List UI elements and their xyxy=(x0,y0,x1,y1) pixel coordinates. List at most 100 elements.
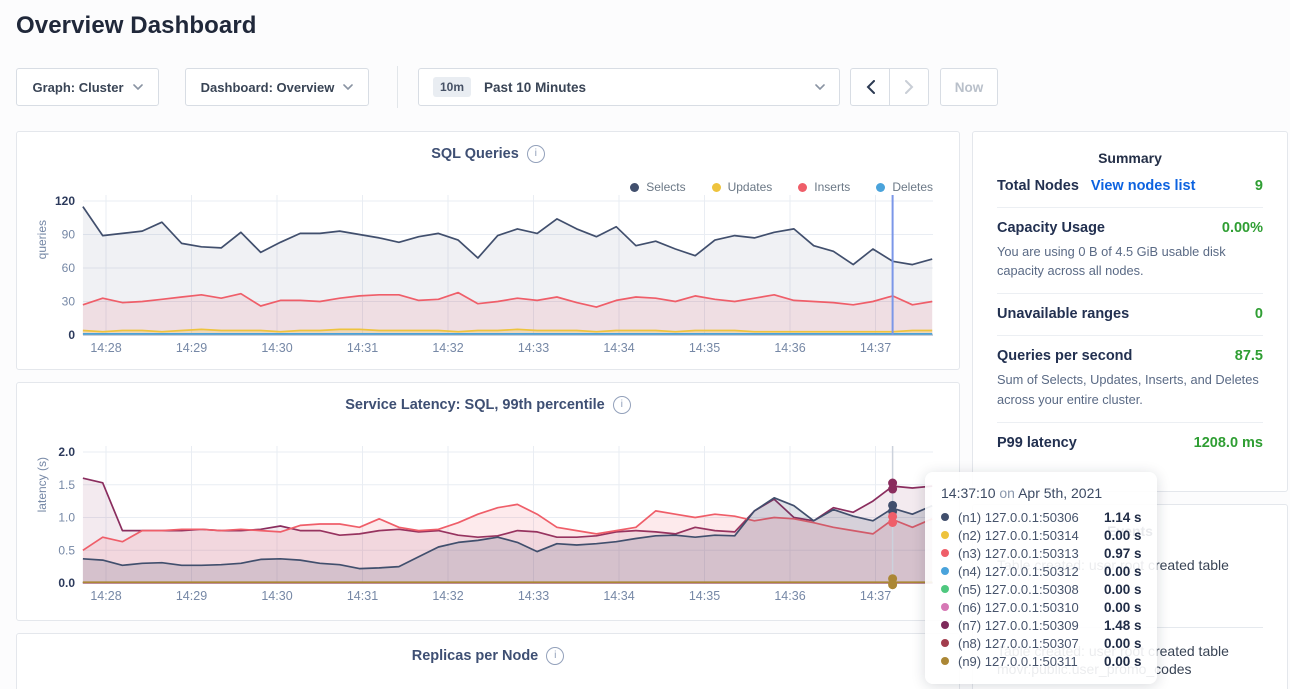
tooltip-row: (n5) 127.0.0.1:503080.00 s xyxy=(941,580,1143,598)
time-range-badge: 10m xyxy=(433,77,471,97)
total-nodes-label: Total Nodes xyxy=(997,178,1079,194)
tooltip-node-label: (n8) 127.0.0.1:50307 xyxy=(958,636,1104,651)
tooltip-row: (n7) 127.0.0.1:503091.48 s xyxy=(941,616,1143,634)
service-latency-chart[interactable]: 14:2814:2914:3014:3114:3214:3314:3414:35… xyxy=(25,444,945,612)
svg-text:60: 60 xyxy=(62,261,76,275)
tooltip-node-label: (n1) 127.0.0.1:50306 xyxy=(958,510,1104,525)
service-latency-panel: Service Latency: SQL, 99th percentile i … xyxy=(16,382,960,621)
tooltip-node-value: 0.00 s xyxy=(1104,564,1142,579)
info-icon[interactable]: i xyxy=(527,145,545,163)
tooltip-node-label: (n4) 127.0.0.1:50312 xyxy=(958,564,1104,579)
series-color-dot xyxy=(941,531,949,539)
legend-item-deletes[interactable]: Deletes xyxy=(876,180,933,194)
summary-row-capacity: Capacity Usage 0.00% You are using 0 B o… xyxy=(997,207,1263,293)
svg-text:14:36: 14:36 xyxy=(774,589,805,603)
legend-dot xyxy=(876,183,885,192)
capacity-usage-value: 0.00% xyxy=(1222,220,1263,236)
svg-text:14:32: 14:32 xyxy=(432,589,463,603)
tooltip-node-label: (n5) 127.0.0.1:50308 xyxy=(958,582,1104,597)
summary-row-p99: P99 latency 1208.0 ms xyxy=(997,422,1263,464)
sql-queries-panel: SQL Queries i Selects Updates Inserts De… xyxy=(16,131,960,370)
tooltip-node-value: 0.00 s xyxy=(1104,582,1142,597)
svg-text:14:29: 14:29 xyxy=(176,589,207,603)
svg-text:90: 90 xyxy=(62,228,76,242)
tooltip-node-value: 0.00 s xyxy=(1104,636,1142,651)
replicas-chart-title: Replicas per Node xyxy=(412,648,539,664)
replicas-per-node-panel: Replicas per Node i xyxy=(16,633,960,689)
toolbar-divider xyxy=(397,66,398,108)
svg-text:30: 30 xyxy=(62,295,76,309)
tooltip-row: (n8) 127.0.0.1:503070.00 s xyxy=(941,634,1143,652)
sql-queries-chart[interactable]: 14:2814:2914:3014:3114:3214:3314:3414:35… xyxy=(25,193,945,361)
tooltip-node-value: 0.00 s xyxy=(1104,600,1142,615)
svg-text:14:29: 14:29 xyxy=(176,341,207,355)
tooltip-node-value: 0.00 s xyxy=(1104,528,1142,543)
service-latency-chart-title: Service Latency: SQL, 99th percentile xyxy=(345,397,605,413)
svg-text:14:30: 14:30 xyxy=(261,341,292,355)
now-button-label: Now xyxy=(955,80,984,95)
tooltip-node-label: (n3) 127.0.0.1:50313 xyxy=(958,546,1104,561)
svg-text:14:31: 14:31 xyxy=(347,341,378,355)
tooltip-row: (n9) 127.0.0.1:503110.00 s xyxy=(941,652,1143,670)
summary-row-qps: Queries per second 87.5 Sum of Selects, … xyxy=(997,335,1263,421)
series-color-dot xyxy=(941,585,949,593)
prev-interval-button[interactable] xyxy=(850,68,890,106)
svg-text:14:32: 14:32 xyxy=(432,341,463,355)
tooltip-node-value: 1.48 s xyxy=(1104,618,1142,633)
time-range-label: Past 10 Minutes xyxy=(484,80,586,95)
legend-item-selects[interactable]: Selects xyxy=(630,180,685,194)
tooltip-row: (n2) 127.0.0.1:503140.00 s xyxy=(941,526,1143,544)
view-nodes-list-link[interactable]: View nodes list xyxy=(1091,178,1196,194)
svg-text:14:33: 14:33 xyxy=(518,341,549,355)
tooltip-node-label: (n7) 127.0.0.1:50309 xyxy=(958,618,1104,633)
tooltip-row: (n1) 127.0.0.1:503061.14 s xyxy=(941,508,1143,526)
svg-text:120: 120 xyxy=(55,194,75,208)
series-color-dot xyxy=(941,657,949,665)
unavailable-ranges-label: Unavailable ranges xyxy=(997,306,1129,322)
svg-text:14:31: 14:31 xyxy=(347,589,378,603)
dashboard-dropdown-label: Dashboard: Overview xyxy=(201,80,335,95)
unavailable-ranges-value: 0 xyxy=(1255,306,1263,322)
graph-scope-dropdown[interactable]: Graph: Cluster xyxy=(16,68,159,106)
tooltip-node-label: (n9) 127.0.0.1:50311 xyxy=(958,654,1104,669)
tooltip-row: (n3) 127.0.0.1:503130.97 s xyxy=(941,544,1143,562)
tooltip-node-list: (n1) 127.0.0.1:503061.14 s(n2) 127.0.0.1… xyxy=(941,508,1143,670)
sql-queries-chart-title: SQL Queries xyxy=(431,146,519,162)
tooltip-node-value: 0.00 s xyxy=(1104,654,1142,669)
svg-text:14:33: 14:33 xyxy=(518,589,549,603)
dashboard-dropdown[interactable]: Dashboard: Overview xyxy=(185,68,369,106)
tooltip-node-value: 1.14 s xyxy=(1104,510,1142,525)
svg-text:14:35: 14:35 xyxy=(689,341,720,355)
svg-text:2.0: 2.0 xyxy=(58,445,75,459)
svg-text:14:36: 14:36 xyxy=(774,341,805,355)
legend-dot xyxy=(630,183,639,192)
svg-text:0.5: 0.5 xyxy=(58,543,75,557)
svg-text:14:34: 14:34 xyxy=(603,341,634,355)
total-nodes-value: 9 xyxy=(1255,178,1263,194)
chevron-right-icon xyxy=(905,80,914,94)
svg-text:14:37: 14:37 xyxy=(860,341,891,355)
info-icon[interactable]: i xyxy=(546,647,564,665)
svg-text:1.0: 1.0 xyxy=(58,511,75,525)
chevron-down-icon xyxy=(815,84,825,90)
summary-panel: Summary Total Nodes View nodes list 9 Ca… xyxy=(972,131,1288,492)
sql-queries-legend: Selects Updates Inserts Deletes xyxy=(630,180,933,194)
svg-text:14:35: 14:35 xyxy=(689,589,720,603)
svg-text:0.0: 0.0 xyxy=(58,576,75,590)
qps-description: Sum of Selects, Updates, Inserts, and De… xyxy=(997,370,1263,408)
now-button[interactable]: Now xyxy=(940,68,998,106)
qps-value: 87.5 xyxy=(1235,348,1263,364)
capacity-usage-description: You are using 0 B of 4.5 GiB usable disk… xyxy=(997,242,1263,280)
legend-item-inserts[interactable]: Inserts xyxy=(798,180,850,194)
tooltip-node-label: (n6) 127.0.0.1:50310 xyxy=(958,600,1104,615)
time-range-selector[interactable]: 10m Past 10 Minutes xyxy=(418,68,840,106)
chevron-down-icon xyxy=(343,84,353,90)
summary-title: Summary xyxy=(973,150,1287,166)
info-icon[interactable]: i xyxy=(613,396,631,414)
legend-item-updates[interactable]: Updates xyxy=(712,180,773,194)
series-color-dot xyxy=(941,603,949,611)
series-color-dot xyxy=(941,621,949,629)
p99-latency-label: P99 latency xyxy=(997,435,1077,451)
svg-text:14:34: 14:34 xyxy=(603,589,634,603)
next-interval-button[interactable] xyxy=(889,68,929,106)
